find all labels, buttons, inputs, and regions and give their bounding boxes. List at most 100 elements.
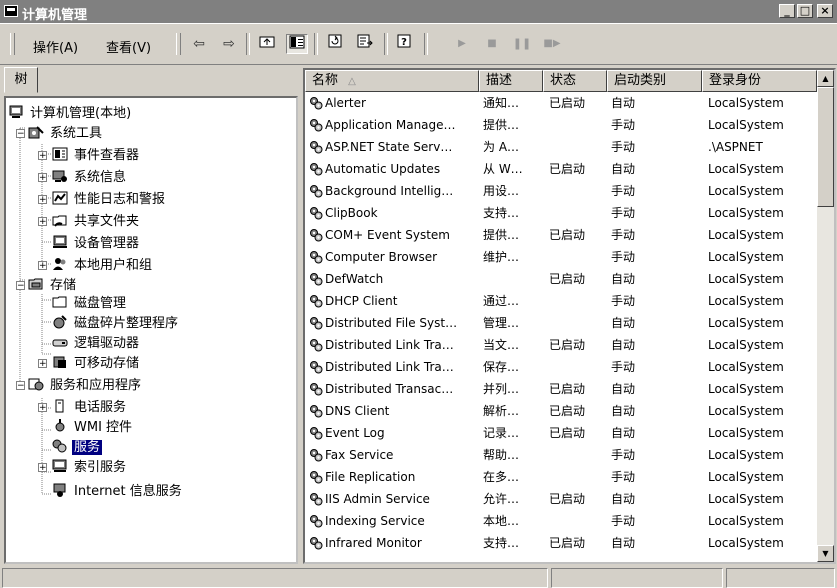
tree-node-system-info[interactable]: 系统信息	[52, 168, 128, 188]
tree-node-event-viewer[interactable]: 事件查看器	[52, 146, 141, 166]
table-row[interactable]: Computer Browser 维护… 手动 LocalSystem	[305, 246, 817, 268]
cell-name: DNS Client	[305, 400, 479, 422]
tree-node-computer-management[interactable]: 计算机管理(本地)	[8, 104, 133, 124]
tree-node-telephony[interactable]: 电话服务	[52, 398, 128, 418]
toolbar-grip[interactable]	[10, 33, 15, 55]
expand-shared-folders[interactable]: +	[38, 217, 47, 227]
expand-telephony[interactable]: +	[38, 403, 47, 413]
scroll-up-icon[interactable]: ▲	[817, 70, 834, 87]
tree-node-defragmenter[interactable]: 磁盘碎片整理程序	[52, 314, 180, 334]
defrag-icon	[52, 315, 68, 329]
table-row[interactable]: Indexing Service 本地… 手动 LocalSystem	[305, 510, 817, 532]
tree-node-wmi-control[interactable]: WMI 控件	[52, 418, 134, 438]
column-header-status[interactable]: 状态	[543, 70, 607, 92]
console-tree: 计算机管理(本地) − 系统工具 + 事件查看器 + 系统信息 + 性能日志和警…	[4, 96, 298, 564]
stop-icon[interactable]: ■	[481, 34, 503, 54]
back-arrow-icon[interactable]: ⇦	[188, 34, 210, 54]
tab-tree[interactable]: 树	[4, 67, 38, 93]
tree-node-services-apps[interactable]: 服务和应用程序	[28, 376, 143, 396]
expand-local-users[interactable]: +	[38, 261, 47, 271]
column-header-logon-as[interactable]: 登录身份	[702, 70, 817, 92]
tree-node-local-users[interactable]: 本地用户和组	[52, 256, 154, 276]
expand-event-viewer[interactable]: +	[38, 151, 47, 161]
table-row[interactable]: Application Manage… 提供… 手动 LocalSystem	[305, 114, 817, 136]
scroll-down-icon[interactable]: ▼	[817, 545, 834, 562]
table-row[interactable]: DNS Client 解析… 已启动 自动 LocalSystem	[305, 400, 817, 422]
table-row[interactable]: Distributed Link Tra… 保存… 手动 LocalSystem	[305, 356, 817, 378]
close-button[interactable]: ×	[817, 4, 833, 18]
table-row[interactable]: Fax Service 帮助… 手动 LocalSystem	[305, 444, 817, 466]
cell-description: 从 W…	[483, 162, 523, 176]
tree-node-indexing-service[interactable]: 索引服务	[52, 458, 128, 478]
minimize-button[interactable]: _	[779, 4, 795, 18]
table-row[interactable]: Event Log 记录… 已启动 自动 LocalSystem	[305, 422, 817, 444]
column-header-name[interactable]: 名称 △	[305, 70, 479, 92]
tree-node-storage[interactable]: 存储	[28, 276, 78, 296]
table-row[interactable]: Background Intellig… 用设… 手动 LocalSystem	[305, 180, 817, 202]
table-row[interactable]: File Replication 在多… 手动 LocalSystem	[305, 466, 817, 488]
menu-action[interactable]: 操作(A)	[33, 37, 78, 56]
cell-description	[483, 268, 545, 290]
expand-indexing-service[interactable]: +	[38, 463, 47, 473]
table-row[interactable]: Distributed Link Tra… 当文… 已启动 自动 LocalSystem	[305, 334, 817, 356]
table-row[interactable]: Distributed Transac… 并列… 已启动 自动 LocalSystem	[305, 378, 817, 400]
collapse-services-apps[interactable]: −	[16, 381, 25, 391]
cell-description: 管理…	[483, 316, 520, 330]
tree-node-iis[interactable]: Internet 信息服务	[52, 482, 184, 502]
tree-node-services[interactable]: 服务	[52, 438, 103, 458]
up-folder-icon[interactable]	[256, 34, 278, 54]
computer-icon	[8, 105, 24, 119]
table-row[interactable]: DefWatch 已启动 自动 LocalSystem	[305, 268, 817, 290]
cell-status	[549, 510, 607, 532]
forward-arrow-icon[interactable]: ⇨	[218, 34, 240, 54]
table-row[interactable]: COM+ Event System 提供… 已启动 手动 LocalSystem	[305, 224, 817, 246]
tree-node-device-manager[interactable]: 设备管理器	[52, 234, 141, 254]
cell-name: Automatic Updates	[305, 158, 479, 180]
menu-view[interactable]: 查看(V)	[106, 37, 151, 56]
cell-startup-type: 手动	[611, 184, 636, 198]
tree-node-removable-storage[interactable]: 可移动存储	[52, 354, 141, 374]
export-list-icon[interactable]	[354, 34, 376, 54]
table-row[interactable]: IIS Admin Service 允许… 已启动 自动 LocalSystem	[305, 488, 817, 510]
expand-removable-storage[interactable]: +	[38, 359, 47, 369]
tree-node-shared-folders[interactable]: 共享文件夹	[52, 212, 141, 232]
table-row[interactable]: Infrared Monitor 支持… 已启动 自动 LocalSystem	[305, 532, 817, 554]
tree-node-logical-drives[interactable]: 逻辑驱动器	[52, 334, 141, 354]
table-row[interactable]: Distributed File Syst… 管理… 自动 LocalSystem	[305, 312, 817, 334]
sort-ascending-icon: △	[348, 76, 356, 87]
tree-node-system-tools[interactable]: 系统工具	[28, 124, 104, 144]
table-row[interactable]: Alerter 通知… 已启动 自动 LocalSystem	[305, 92, 817, 114]
cell-logon-as: LocalSystem	[708, 360, 784, 374]
cell-name: ASP.NET State Serv…	[305, 136, 479, 158]
table-row[interactable]: ASP.NET State Serv… 为 A… 手动 .\ASPNET	[305, 136, 817, 158]
show-tree-icon[interactable]	[286, 34, 308, 54]
cell-status: 已启动	[549, 96, 586, 110]
column-header-startup-type[interactable]: 启动类别	[607, 70, 702, 92]
help-icon[interactable]: ?	[394, 34, 416, 54]
collapse-system-tools[interactable]: −	[16, 129, 25, 139]
expand-perf-logs[interactable]: +	[38, 195, 47, 205]
toolbar-grip[interactable]	[176, 33, 181, 55]
cell-name: Computer Browser	[305, 246, 479, 268]
play-icon[interactable]: ▶	[451, 34, 473, 54]
table-row[interactable]: ClipBook 支持… 手动 LocalSystem	[305, 202, 817, 224]
cell-description: 记录…	[483, 426, 520, 440]
service-gear-icon	[309, 249, 323, 264]
column-header-description[interactable]: 描述	[479, 70, 543, 92]
vertical-scrollbar[interactable]: ▲ ▼	[817, 70, 834, 562]
expand-system-info[interactable]: +	[38, 173, 47, 183]
tree-node-perf-logs[interactable]: 性能日志和警报	[52, 190, 167, 210]
maximize-button[interactable]: □	[797, 4, 813, 18]
service-gear-icon	[309, 183, 323, 198]
tree-node-disk-management[interactable]: 磁盘管理	[52, 294, 128, 314]
pause-icon[interactable]: ❚❚	[511, 34, 533, 54]
table-row[interactable]: DHCP Client 通过… 手动 LocalSystem	[305, 290, 817, 312]
refresh-icon[interactable]	[324, 34, 346, 54]
restart-icon[interactable]: ■▶	[541, 34, 563, 54]
cell-name: Distributed File Syst…	[305, 312, 479, 334]
cell-status	[549, 136, 607, 158]
collapse-storage[interactable]: −	[16, 281, 25, 291]
scroll-thumb[interactable]	[817, 87, 834, 207]
table-row[interactable]: Automatic Updates 从 W… 已启动 自动 LocalSystem	[305, 158, 817, 180]
drive-icon	[52, 335, 68, 349]
